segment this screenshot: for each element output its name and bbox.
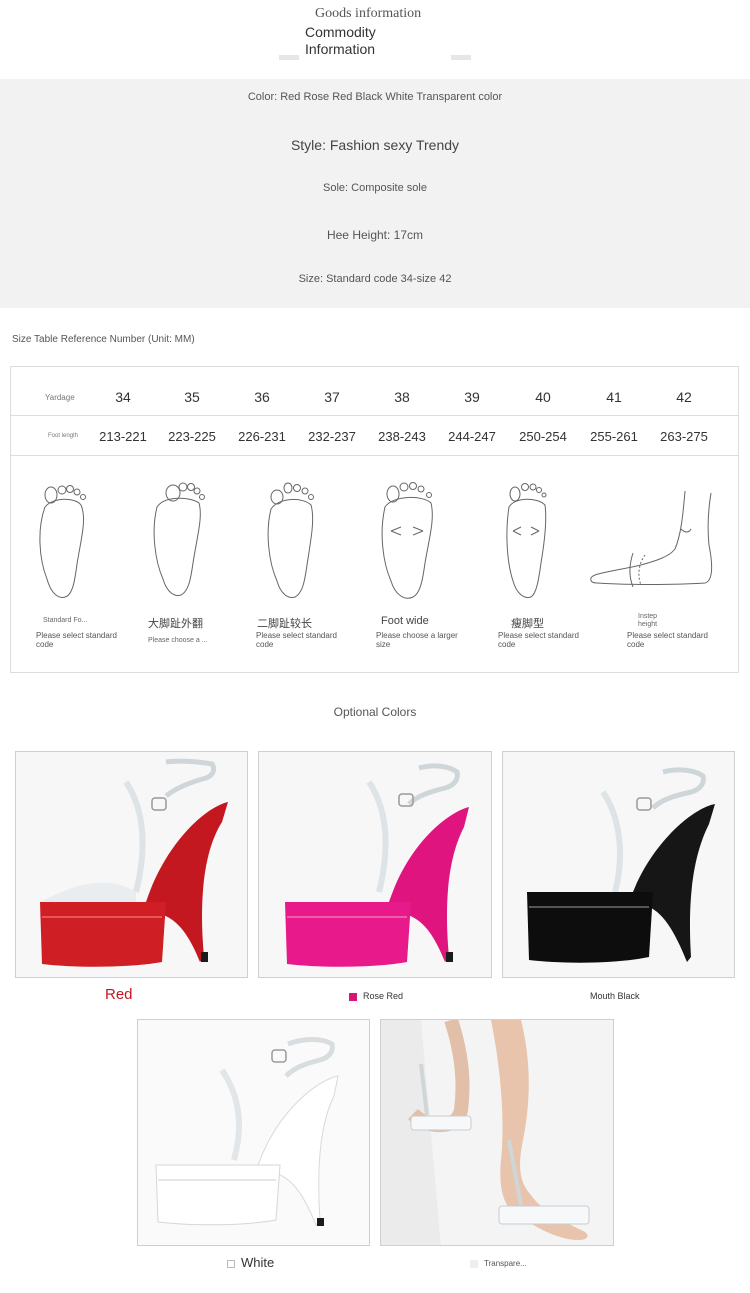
foot-length-label: Foot length [48, 433, 79, 439]
table-divider [11, 415, 738, 416]
white-label: White [241, 1255, 275, 1270]
wide-foot-icon [381, 482, 433, 599]
transparent-platform-heel-icon [381, 1020, 613, 1245]
bunion-foot-icon [153, 482, 205, 596]
foot-type-note: Please select standard code [256, 631, 337, 649]
yardage-cell: 37 [324, 389, 340, 405]
info-heel: Hee Height: 17cm [326, 228, 424, 242]
yardage-cell: 35 [184, 389, 200, 405]
white-shoe-photo[interactable] [137, 1019, 370, 1246]
black-caption: Mouth Black [590, 991, 640, 1001]
foot-type-name: 二脚趾较长 [257, 618, 312, 630]
table-divider [11, 455, 738, 456]
rose-red-shoe-photo[interactable] [258, 751, 492, 978]
foot-type-note: Please choose a larger size [376, 631, 458, 649]
transparent-shoe-photo[interactable] [380, 1019, 614, 1246]
foot-type-note: Please select standard code [627, 631, 708, 649]
rose-red-label: Rose Red [363, 991, 404, 1001]
header-divider-right [451, 55, 471, 60]
foot-type-note: Please choose a ... [148, 637, 208, 644]
optional-colors-title: Optional Colors [333, 705, 417, 719]
transparent-caption: Transpare... [470, 1259, 527, 1268]
foot-length-cell: 238-243 [378, 429, 426, 444]
size-table: Yardage Foot length 34 35 36 37 38 39 40… [10, 366, 739, 673]
foot-type-name: Foot wide [381, 615, 429, 627]
red-shoe-photo[interactable] [15, 751, 248, 978]
rose-red-caption: Rose Red [349, 991, 403, 1001]
yardage-cell: 40 [535, 389, 551, 405]
yardage-cell: 41 [606, 389, 622, 405]
yardage-cell: 39 [464, 389, 480, 405]
yardage-cell: 34 [115, 389, 131, 405]
header-title: Goods information [315, 6, 422, 21]
product-info-panel: Color: Red Rose Red Black White Transpar… [0, 79, 750, 308]
transparent-swatch [470, 1259, 478, 1268]
foot-type-name: 大脚趾外翻 [148, 618, 203, 630]
foot-length-cell: 244-247 [448, 429, 496, 444]
foot-type-name: Instep height [638, 613, 658, 628]
info-color: Color: Red Rose Red Black White Transpar… [247, 91, 503, 103]
info-style: Style: Fashion sexy Trendy [290, 137, 460, 153]
yardage-cell: 42 [676, 389, 692, 405]
foot-length-cell: 255-261 [590, 429, 638, 444]
yardage-cell: 36 [254, 389, 270, 405]
foot-length-cell: 213-221 [99, 429, 147, 444]
header-subtitle: Commodity Information [305, 24, 376, 57]
foot-type-note: Please select standard code [498, 631, 579, 649]
foot-length-cell: 263-275 [660, 429, 708, 444]
yardage-cell: 38 [394, 389, 410, 405]
white-caption: White [227, 1255, 274, 1270]
foot-type-note: Please select standard code [36, 631, 117, 649]
header-divider-left [279, 55, 299, 60]
red-platform-heel-icon [16, 752, 247, 977]
white-platform-heel-icon [138, 1020, 369, 1245]
long-second-toe-foot-icon [267, 482, 314, 598]
foot-length-cell: 223-225 [168, 429, 216, 444]
info-size: Size: Standard code 34-size 42 [298, 273, 452, 285]
transparent-label: Transpare... [484, 1259, 527, 1268]
foot-length-cell: 226-231 [238, 429, 286, 444]
white-swatch [227, 1259, 235, 1268]
thin-foot-icon [506, 483, 547, 598]
foot-type-name: Standard Fo... [43, 617, 88, 624]
instep-height-foot-icon [590, 490, 713, 588]
standard-foot-icon [39, 485, 86, 598]
red-caption: Red [105, 986, 133, 1003]
foot-type-name: 瘦脚型 [511, 618, 544, 630]
yardage-label: Yardage [45, 393, 75, 402]
rose-red-platform-heel-icon [259, 752, 491, 977]
rose-red-swatch [349, 992, 357, 1001]
goods-info-header: Goods information Commodity Information [0, 0, 750, 79]
size-table-title: Size Table Reference Number (Unit: MM) [12, 334, 195, 345]
foot-length-cell: 232-237 [308, 429, 356, 444]
black-platform-heel-icon [503, 752, 734, 977]
black-shoe-photo[interactable] [502, 751, 735, 978]
info-sole: Sole: Composite sole [323, 182, 427, 194]
foot-length-cell: 250-254 [519, 429, 567, 444]
